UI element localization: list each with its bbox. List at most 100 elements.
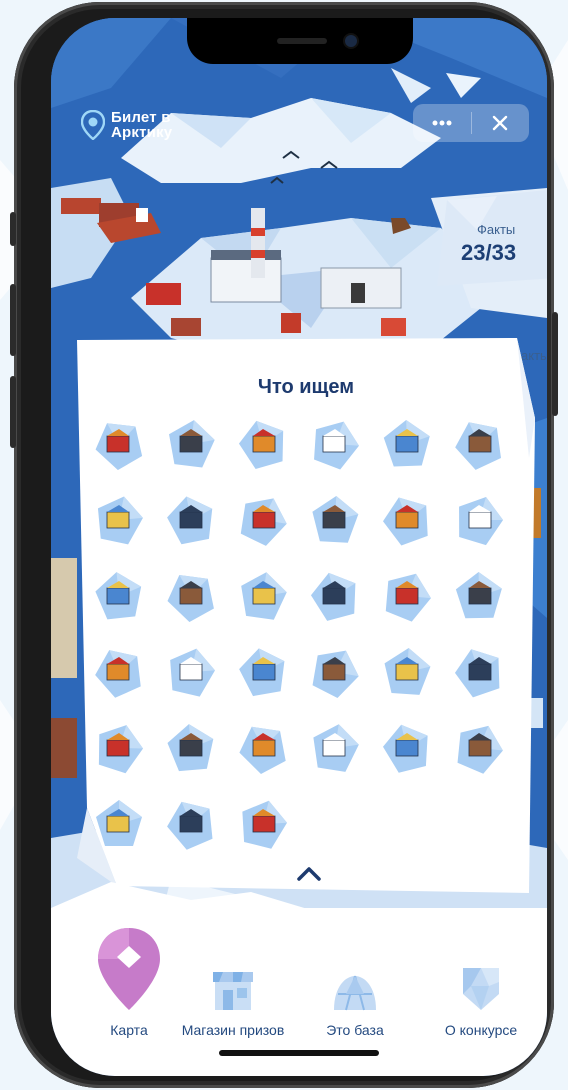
arctic-person-item[interactable] [93, 798, 145, 850]
no-fishing-sign-item[interactable] [165, 798, 217, 850]
mini-app-controls [413, 104, 529, 142]
fire-truck-icon [95, 650, 141, 698]
nav-item-about[interactable]: О конкурсе [421, 948, 541, 1038]
pumpjack-icon [312, 496, 359, 543]
billboard-item[interactable] [453, 418, 505, 470]
side-button [10, 212, 16, 246]
nav-top-edge [51, 882, 547, 922]
cargo-ship-item[interactable] [165, 646, 217, 698]
excavator-icon [314, 421, 359, 470]
walrus-icon [310, 572, 356, 621]
nav-item-map[interactable]: Карта [69, 920, 189, 1038]
factory-icon [98, 725, 144, 774]
apartment-block-item[interactable] [237, 722, 289, 774]
close-button[interactable] [472, 104, 530, 142]
about-shield-icon [463, 968, 499, 1010]
logo-line-2: Арктику [111, 124, 173, 141]
chevron-up-icon [297, 867, 321, 881]
excavator-item[interactable] [309, 418, 361, 470]
icebreaker-ship-icon [167, 496, 213, 545]
whale-tail-item[interactable] [453, 722, 505, 774]
facts-counter[interactable]: Факты 23/33 [437, 190, 547, 286]
rocks-item[interactable] [93, 570, 145, 622]
volume-up-button [10, 284, 16, 356]
search-items-panel: Что ищем [77, 338, 535, 893]
facts-badge-bg [437, 190, 547, 286]
logo-pin-icon [81, 110, 105, 140]
more-button[interactable] [413, 104, 471, 142]
apartment-block-icon [239, 726, 286, 774]
nav-label-about: О конкурсе [444, 1022, 518, 1038]
hunter-icon [382, 724, 428, 773]
thermometer-item[interactable] [453, 494, 505, 546]
nav-item-shop[interactable]: Магазин призов [173, 948, 293, 1038]
no-fishing-sign-icon [167, 801, 213, 850]
reindeer-sled-icon [97, 496, 143, 545]
oil-rig-item[interactable] [237, 494, 289, 546]
logo-line-1: Билет в [111, 109, 171, 126]
reindeer-tent-item[interactable] [237, 570, 289, 622]
walrus-item[interactable] [309, 570, 361, 622]
panel-title: Что ищем [257, 376, 355, 398]
volume-down-button [10, 376, 16, 448]
fire-truck-item[interactable] [93, 646, 145, 698]
nav-label-map: Карта [110, 1022, 148, 1038]
cruise-ship-icon [454, 649, 500, 698]
base-dome-icon [334, 975, 376, 1011]
pipeline-item[interactable] [237, 646, 289, 698]
reindeer-tent-icon [241, 572, 287, 620]
polar-station-item[interactable] [165, 418, 217, 470]
app-screen: Билет в Арктику Факты 23/33 акты Что ище… [51, 18, 547, 1076]
container-module-icon [95, 423, 143, 471]
ice-shelter-icon [383, 420, 430, 467]
tanker-icon [384, 648, 431, 695]
pipeline-icon [239, 648, 285, 697]
oil-rig-icon [240, 498, 287, 546]
rocks-icon [95, 572, 142, 620]
ice-shelter-item[interactable] [381, 418, 433, 470]
home-indicator[interactable] [219, 1050, 379, 1056]
crater-icon [382, 497, 428, 546]
logo-text: Билет в Арктику [111, 110, 172, 140]
reindeer-sled-item[interactable] [93, 494, 145, 546]
facts-label: Факты [477, 222, 516, 237]
sun-and-boat-icon [242, 800, 288, 849]
close-icon [493, 115, 508, 131]
sun-and-boat-item[interactable] [237, 798, 289, 850]
factory-item[interactable] [93, 722, 145, 774]
more-dots-icon [432, 120, 452, 126]
kennel-item[interactable] [165, 722, 217, 774]
kennel-icon [167, 724, 214, 772]
billboard-icon [455, 422, 501, 470]
cruise-ship-item[interactable] [453, 646, 505, 698]
power-button [552, 312, 558, 416]
polar-bear-item[interactable] [165, 570, 217, 623]
lighthouse-item[interactable] [237, 418, 289, 470]
barrels-item[interactable] [381, 570, 433, 622]
whale-tail-icon [457, 725, 503, 774]
polar-bear-icon [167, 575, 214, 623]
app-logo[interactable]: Билет в Арктику [81, 110, 172, 140]
hangar-item[interactable] [309, 646, 361, 698]
crater-item[interactable] [381, 494, 433, 546]
polar-station-icon [169, 420, 215, 468]
nav-label-base: Это база [326, 1022, 384, 1038]
tundra-flowers-item[interactable] [453, 570, 505, 622]
hangar-icon [312, 650, 359, 698]
camera-notch [187, 18, 413, 64]
facts-value: 23/33 [461, 240, 517, 265]
tanker-item[interactable] [381, 646, 433, 698]
map-pin-icon [98, 928, 160, 1010]
pumpjack-item[interactable] [309, 494, 361, 546]
tundra-flowers-icon [455, 572, 502, 619]
cargo-ship-icon [170, 648, 215, 697]
nav-item-base[interactable]: Это база [295, 948, 415, 1038]
arctic-person-icon [96, 800, 142, 846]
shop-icon [213, 972, 253, 1010]
barrels-icon [385, 573, 431, 622]
iceberg-item[interactable] [309, 722, 361, 774]
icebreaker-ship-item[interactable] [165, 494, 217, 546]
hunter-item[interactable] [381, 722, 433, 774]
container-module-item[interactable] [93, 418, 145, 471]
iceberg-icon [313, 724, 359, 772]
